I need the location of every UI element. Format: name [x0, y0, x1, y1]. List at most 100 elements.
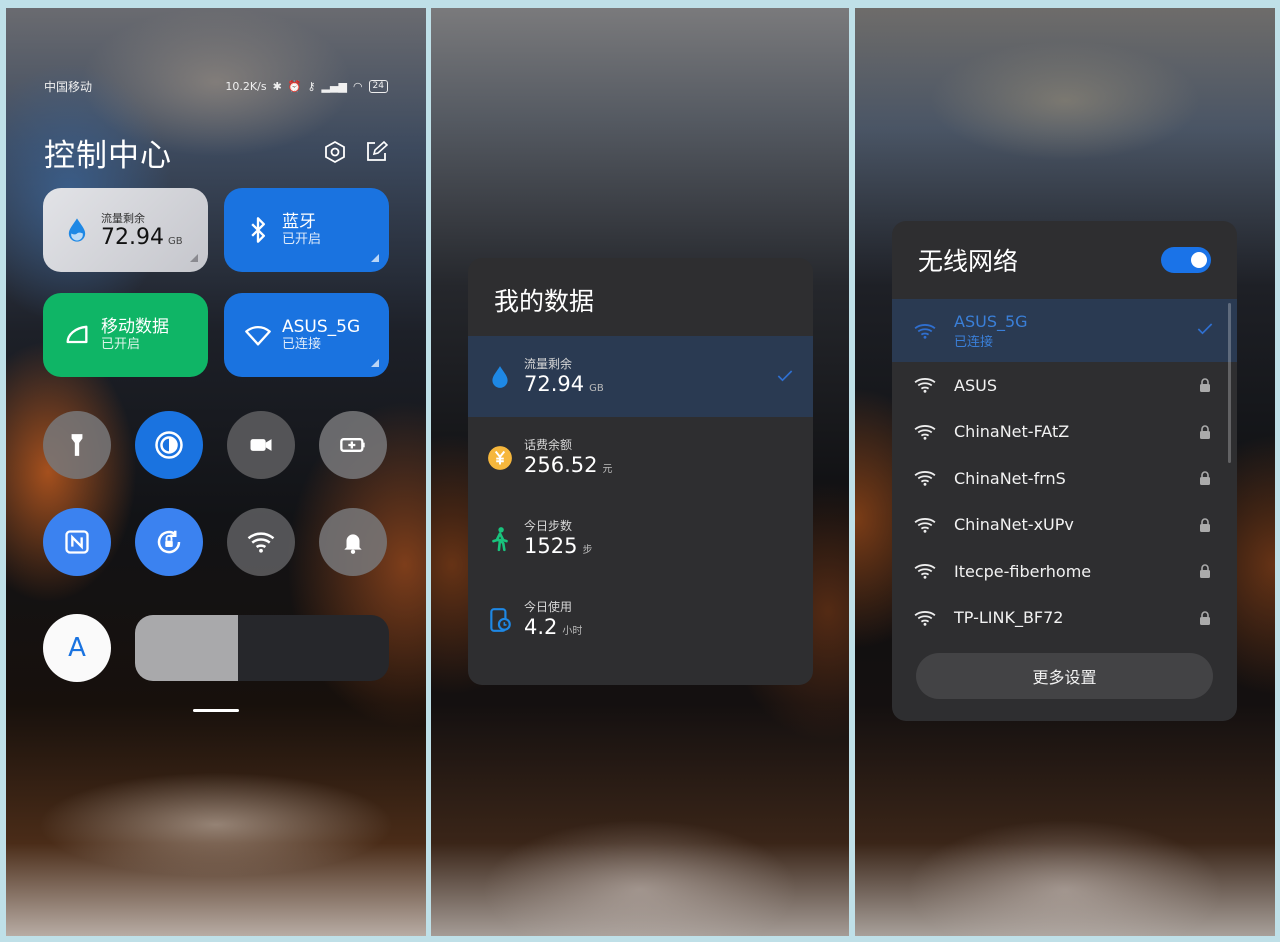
bluetooth-tile[interactable]: 蓝牙 已开启: [224, 188, 389, 272]
bluetooth-icon: [251, 217, 265, 243]
wifi-row[interactable]: ChinaNet-xUPv: [892, 502, 1237, 549]
wifi-network-name: Itecpe-fiberhome: [954, 561, 1092, 581]
data-row-text: 今日使用 4.2 小时: [524, 600, 582, 639]
data-row-value-line: 1525 步: [524, 534, 592, 558]
mobile-data-label: 移动数据: [101, 317, 169, 337]
status-bar: 中国移动 10.2K/s ✱ ⏰ ⚷ ▂▄▆ ◠ 24: [44, 78, 388, 95]
wifi-card: 无线网络 ASUS_5G 已连接 ASUS ChinaNet-FAtZ Chin…: [892, 221, 1237, 721]
data-row-value: 1525: [524, 534, 578, 558]
wifi-network-name: ChinaNet-frnS: [954, 468, 1066, 488]
mobile-data-tile[interactable]: 移动数据 已开启: [43, 293, 208, 377]
data-usage-value-line: 72.94 GB: [101, 226, 183, 250]
wifi-signal-icon: [914, 471, 936, 486]
data-row-value-line: 256.52 元: [524, 453, 612, 477]
card-title: 无线网络: [918, 247, 1019, 276]
edit-icon[interactable]: [364, 140, 388, 164]
yuan-coin-icon: [486, 444, 514, 472]
brightness-slider[interactable]: [135, 615, 389, 681]
data-row-unit: GB: [589, 383, 604, 394]
auto-brightness-button[interactable]: A: [43, 614, 111, 682]
wifi-row[interactable]: TP-LINK_BF72: [892, 595, 1237, 642]
page-title: 控制中心: [44, 138, 172, 174]
expand-corner-icon: [190, 254, 198, 262]
wifi-row-text: ASUS_5G 已连接: [954, 312, 1028, 350]
data-row-value: 72.94: [524, 372, 585, 396]
wifi-icon: [245, 325, 271, 346]
mobile-data-icon: [66, 325, 88, 344]
rotation-lock-icon: [157, 530, 181, 554]
data-row-value: 256.52: [524, 453, 598, 477]
data-row-unit: 元: [602, 464, 613, 475]
battery-icon: 24: [368, 80, 388, 93]
wifi-signal-icon: [914, 378, 936, 393]
bluetooth-text: 蓝牙 已开启: [282, 212, 321, 248]
wifi-text: ASUS_5G 已连接: [282, 317, 360, 353]
bluetooth-label: 蓝牙: [282, 212, 316, 232]
wifi-header: 无线网络: [892, 221, 1237, 299]
screen-recorder-toggle[interactable]: [227, 411, 295, 479]
settings-icon[interactable]: [323, 140, 347, 164]
wifi-status-icon: ◠: [352, 80, 363, 93]
check-icon: [777, 370, 793, 382]
data-usage-unit: GB: [167, 236, 183, 247]
wifi-network-name: ASUS: [954, 375, 997, 395]
expand-corner-icon: [371, 254, 379, 262]
more-settings-button[interactable]: 更多设置: [916, 653, 1213, 699]
wifi-network-name: ChinaNet-FAtZ: [954, 422, 1070, 442]
wifi-tile[interactable]: ASUS_5G 已连接: [224, 293, 389, 377]
nfc-toggle[interactable]: [43, 508, 111, 576]
data-row-usage[interactable]: 今日使用 4.2 小时: [468, 579, 813, 660]
video-camera-icon: [250, 439, 272, 451]
reading-mode-toggle[interactable]: [135, 411, 203, 479]
wifi-row[interactable]: ASUS: [892, 362, 1237, 409]
wifi-row[interactable]: Itecpe-fiberhome: [892, 548, 1237, 595]
data-usage-tile[interactable]: 流量剩余 72.94 GB: [43, 188, 208, 272]
signal-icon: ▂▄▆: [321, 80, 347, 93]
wifi-status: 已连接: [282, 337, 322, 352]
lock-icon: [1200, 611, 1210, 625]
wifi-panel: 无线网络 ASUS_5G 已连接 ASUS ChinaNet-FAtZ Chin…: [855, 8, 1275, 936]
data-row-label: 今日使用: [524, 600, 573, 614]
battery-plus-icon: [340, 438, 365, 452]
wifi-toggle-switch[interactable]: [1161, 247, 1211, 273]
wifi-signal-icon: [914, 424, 936, 440]
flashlight-toggle[interactable]: [43, 411, 111, 479]
battery-saver-toggle[interactable]: [319, 411, 387, 479]
data-row-balance[interactable]: 话费余额 256.52 元: [468, 417, 813, 498]
wifi-row[interactable]: ChinaNet-FAtZ: [892, 409, 1237, 456]
bluetooth-status: 已开启: [282, 232, 322, 247]
wifi-network-list: ASUS ChinaNet-FAtZ ChinaNet-frnS ChinaNe…: [892, 362, 1237, 641]
data-row-value-line: 4.2 小时: [524, 615, 582, 639]
data-row-value: 4.2: [524, 615, 558, 639]
water-drop-icon: [486, 363, 514, 391]
data-row-unit: 步: [582, 545, 593, 556]
lock-icon: [1200, 518, 1210, 532]
data-usage-value: 72.94: [101, 225, 164, 250]
nfc-icon: [65, 530, 89, 554]
lock-icon: [1200, 425, 1210, 439]
wifi-network-name: TP-LINK_BF72: [954, 608, 1064, 628]
home-indicator[interactable]: [193, 709, 239, 712]
wifi-row[interactable]: ChinaNet-frnS: [892, 455, 1237, 502]
walking-person-icon: [486, 525, 514, 553]
ringer-toggle[interactable]: [319, 508, 387, 576]
mobile-data-status: 已开启: [101, 337, 141, 352]
data-row-unit: 小时: [562, 626, 583, 637]
wifi-signal-icon: [914, 517, 936, 533]
key-icon: ⚷: [307, 80, 316, 93]
card-title: 我的数据: [494, 287, 595, 316]
reading-mode-icon: [155, 431, 183, 459]
wifi-hotspot-toggle[interactable]: [227, 508, 295, 576]
my-data-card: 我的数据 流量剩余 72.94 GB 话费余额 256.52 元 今日步数 15…: [468, 258, 813, 685]
wifi-network-name: ASUS_5G: [954, 311, 1028, 331]
wifi-signal-icon: [914, 564, 936, 579]
data-row-traffic[interactable]: 流量剩余 72.94 GB: [468, 336, 813, 417]
data-row-steps[interactable]: 今日步数 1525 步: [468, 498, 813, 579]
data-row-label: 流量剩余: [524, 357, 573, 371]
phone-clock-icon: [486, 606, 514, 634]
wifi-list-scrollbar[interactable]: [1228, 303, 1231, 463]
wifi-signal-icon: [914, 323, 936, 339]
data-row-value-line: 72.94 GB: [524, 372, 604, 396]
wifi-row-connected[interactable]: ASUS_5G 已连接: [892, 299, 1237, 362]
rotation-lock-toggle[interactable]: [135, 508, 203, 576]
